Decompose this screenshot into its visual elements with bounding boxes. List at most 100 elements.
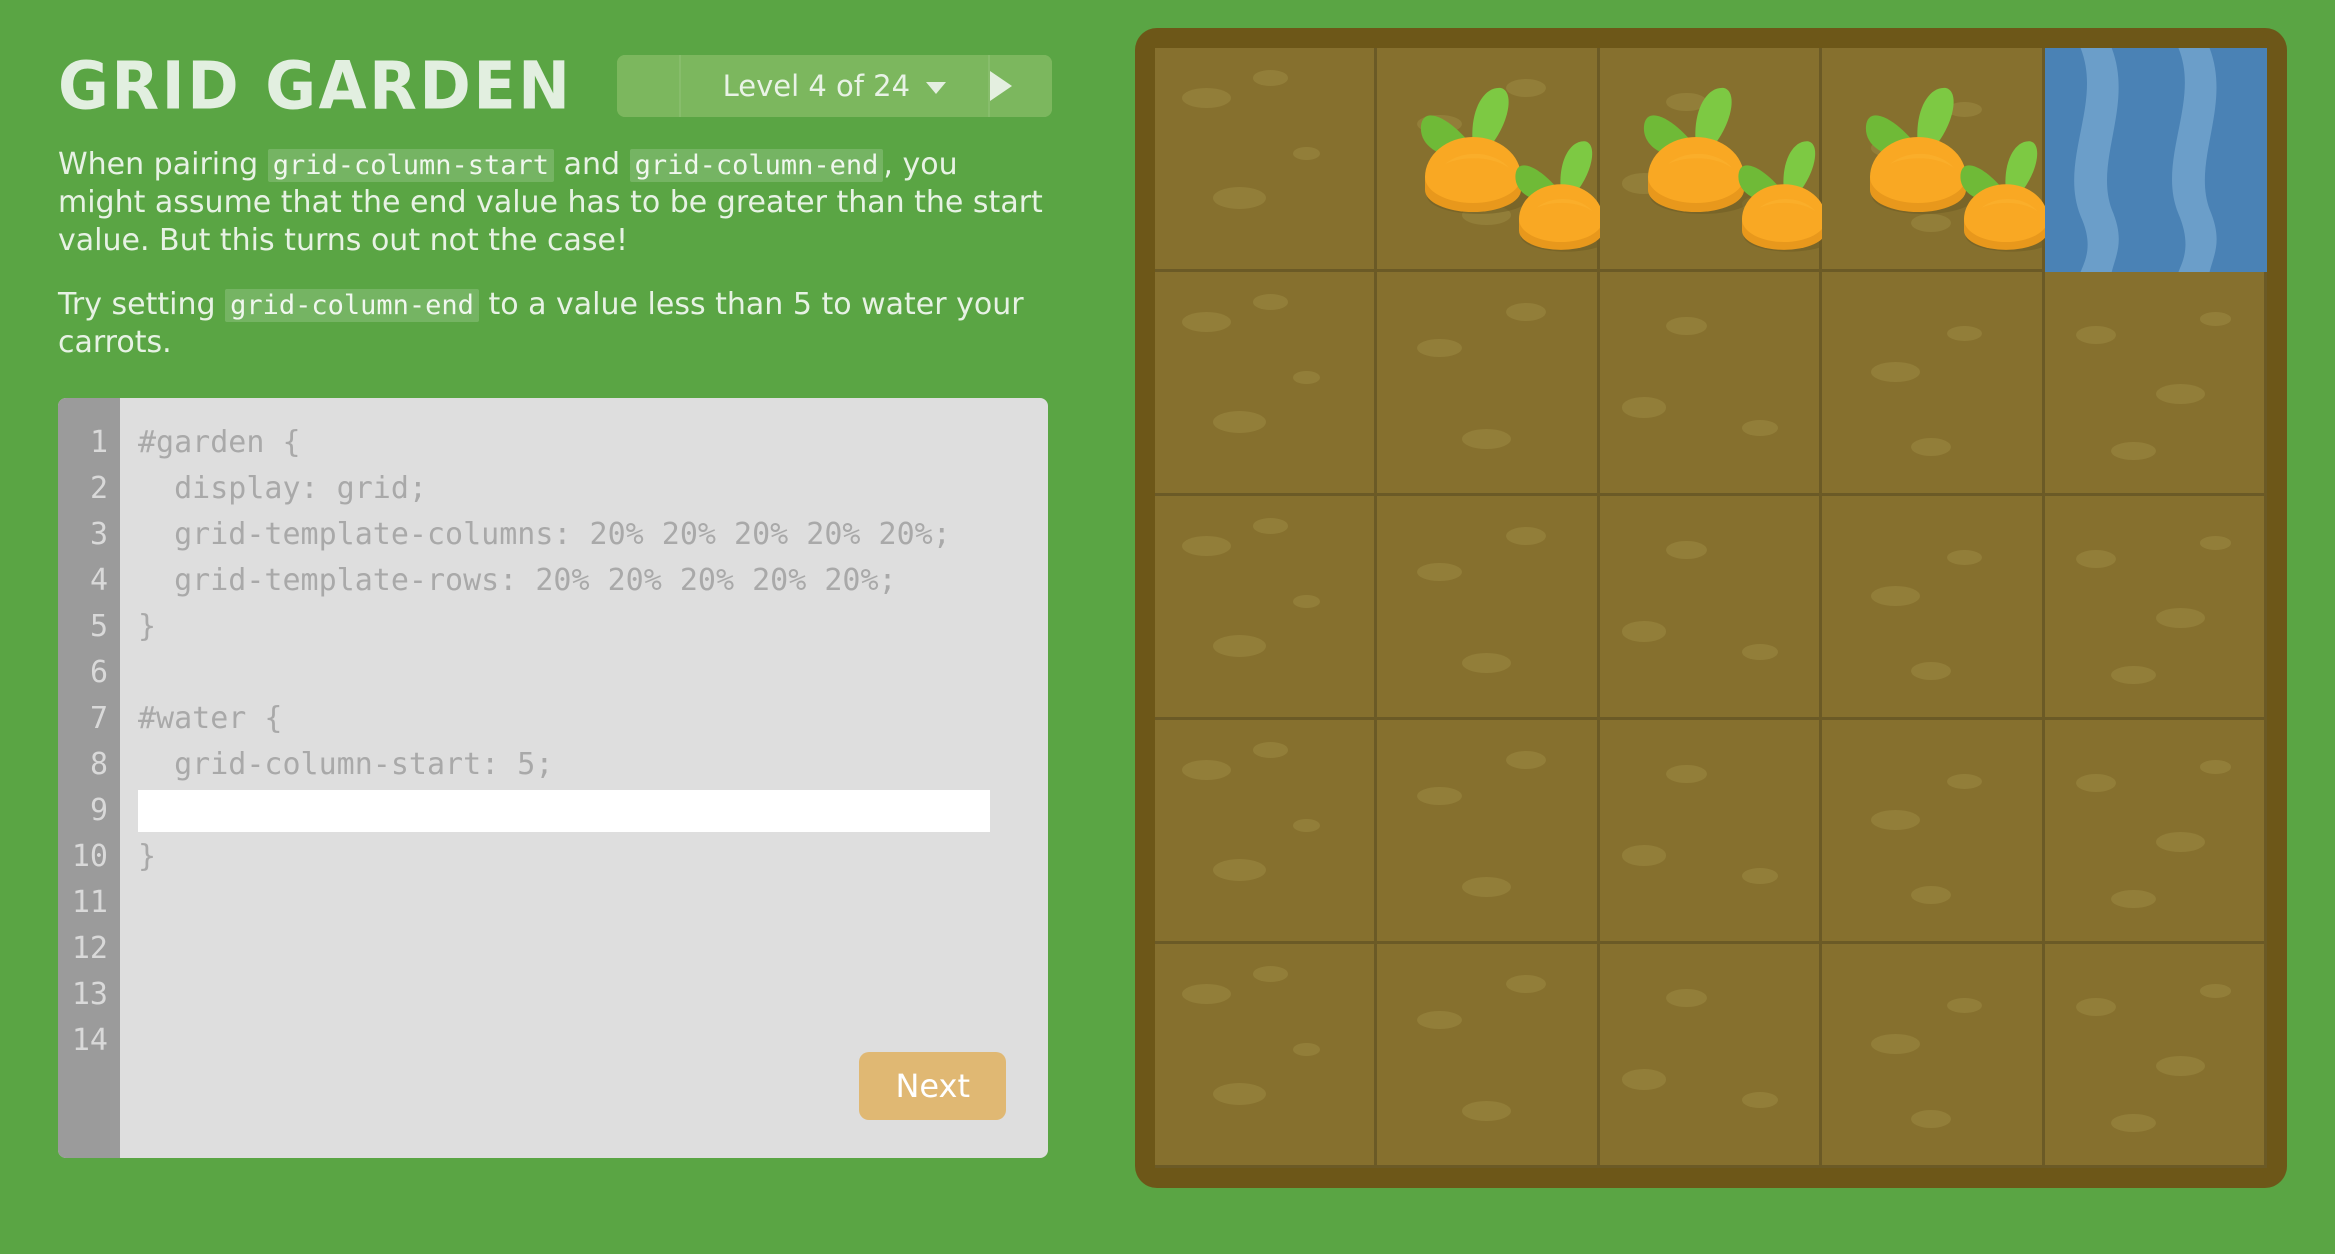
dirt-speckle — [1461, 428, 1511, 449]
garden-cell-r3-c4 — [1822, 496, 2045, 720]
dirt-speckle — [1742, 643, 1778, 660]
next-button[interactable]: Next — [859, 1052, 1006, 1121]
dirt-speckle — [1292, 818, 1320, 832]
garden-cell-r4-c1 — [1155, 720, 1378, 944]
line-number: 14 — [71, 1023, 108, 1059]
garden-cell-r4-c4 — [1822, 720, 2045, 944]
instruction-paragraph-2: Try setting grid-column-end to a value l… — [58, 286, 1048, 362]
garden-cell-r5-c1 — [1155, 944, 1378, 1168]
dirt-speckle — [1252, 70, 1289, 87]
line-number: 7 — [89, 701, 108, 737]
dirt-speckle — [1946, 997, 1983, 1014]
next-level-button[interactable] — [988, 55, 1053, 117]
code-line: #water { — [138, 701, 283, 737]
triangle-left-icon — [617, 55, 1053, 117]
inline-code-grid-column-end-1: grid-column-end — [629, 149, 884, 182]
code-line: grid-template-columns: 20% 20% 20% 20% 2… — [138, 517, 951, 553]
dirt-speckle — [1461, 876, 1511, 897]
code-line: } — [138, 609, 157, 645]
dirt-speckle — [1212, 858, 1267, 882]
dirt-speckle — [2075, 997, 2116, 1016]
dirt-speckle — [1417, 563, 1462, 582]
garden-cell-r4-c2 — [1377, 720, 1600, 944]
line-number: 6 — [89, 655, 108, 691]
dirt-speckle — [1946, 325, 1983, 342]
garden-cell-r1-c3 — [1599, 48, 1823, 272]
instructions: When pairing grid-column-start and grid-… — [58, 146, 1048, 362]
dirt-speckle — [1212, 1082, 1267, 1106]
garden-cell-r5-c5 — [2044, 944, 2267, 1168]
dirt-speckle — [1666, 540, 1707, 559]
line-number: 1 — [89, 425, 108, 461]
dirt-speckle — [1417, 339, 1462, 358]
code-line: display: grid; — [138, 471, 427, 507]
dirt-speckle — [1911, 661, 1952, 680]
triangle-right-icon — [990, 71, 1052, 101]
carrot-icon — [1728, 120, 1823, 252]
dirt-speckle — [1417, 1011, 1462, 1030]
inline-code-grid-column-start: grid-column-start — [267, 149, 555, 182]
dirt-speckle — [2111, 666, 2156, 685]
code-line: grid-column-start: 5; — [138, 747, 554, 783]
line-number: 2 — [89, 471, 108, 507]
dirt-speckle — [1911, 1109, 1952, 1128]
code-editor: 1 2 3 4 5 6 7 8 9 10 11 12 13 14 #garden { display: g… — [58, 398, 1048, 1159]
page-title: GRID GARDEN — [58, 46, 573, 125]
line-number: 10 — [71, 839, 108, 875]
garden-cell-r2-c4 — [1822, 272, 2045, 496]
dirt-speckle — [1506, 527, 1547, 546]
dirt-speckle — [1622, 845, 1667, 866]
dirt-speckle — [1252, 518, 1289, 535]
css-code-input[interactable] — [138, 790, 990, 833]
garden-cell-r5-c2 — [1377, 944, 1600, 1168]
dirt-speckle — [1871, 585, 1921, 606]
dirt-speckle — [1292, 370, 1320, 384]
dirt-speckle — [1212, 410, 1267, 434]
garden-cell-r2-c5 — [2044, 272, 2267, 496]
dirt-speckle — [1871, 361, 1921, 382]
dirt-speckle — [1871, 809, 1921, 830]
dirt-speckle — [2200, 760, 2232, 774]
dirt-speckle — [1506, 975, 1547, 994]
dirt-speckle — [1181, 312, 1231, 333]
dirt-speckle — [2075, 773, 2116, 792]
level-selector[interactable]: Level 4 of 24 — [616, 55, 1053, 117]
garden-cell-r2-c1 — [1155, 272, 1378, 496]
editor-gutter: 1 2 3 4 5 6 7 8 9 10 11 12 13 14 — [58, 398, 120, 1159]
instruction-paragraph-1: When pairing grid-column-start and grid-… — [58, 146, 1048, 260]
garden-cell-r4-c3 — [1599, 720, 1823, 944]
garden-cell-r3-c2 — [1377, 496, 1600, 720]
dirt-speckle — [1742, 867, 1778, 884]
prev-level-button[interactable] — [616, 55, 681, 117]
garden-grid — [1155, 48, 2267, 1168]
dirt-speckle — [1911, 437, 1952, 456]
garden-cell-r1-c5 — [2044, 48, 2267, 272]
right-panel — [1135, 0, 2335, 1254]
garden-cell-r4-c5 — [2044, 720, 2267, 944]
dirt-speckle — [2155, 608, 2205, 629]
dirt-speckle — [2155, 384, 2205, 405]
dirt-speckle — [1292, 1042, 1320, 1056]
dirt-speckle — [2075, 325, 2116, 344]
garden-cell-r3-c1 — [1155, 496, 1378, 720]
dirt-speckle — [1212, 186, 1267, 210]
garden-frame — [1135, 28, 2287, 1188]
instr-p1-text2: and — [554, 147, 630, 182]
dirt-speckle — [2200, 536, 2232, 550]
line-number: 12 — [71, 931, 108, 967]
dirt-speckle — [1742, 1091, 1778, 1108]
instr-p1-text1: When pairing — [58, 147, 268, 182]
editor-code-area[interactable]: #garden { display: grid; grid-template-c… — [120, 398, 1048, 1158]
dirt-speckle — [1911, 213, 1952, 232]
grid-garden-app: GRID GARDEN Level 4 of 24 When pairing g… — [0, 0, 2335, 1254]
dirt-speckle — [1506, 303, 1547, 322]
dirt-speckle — [1181, 88, 1231, 109]
dirt-speckle — [1181, 760, 1231, 781]
garden-cell-r1-c1 — [1155, 48, 1378, 272]
line-number: 13 — [71, 977, 108, 1013]
garden-cell-r5-c4 — [1822, 944, 2045, 1168]
dirt-speckle — [1252, 742, 1289, 759]
dirt-speckle — [1622, 397, 1667, 418]
